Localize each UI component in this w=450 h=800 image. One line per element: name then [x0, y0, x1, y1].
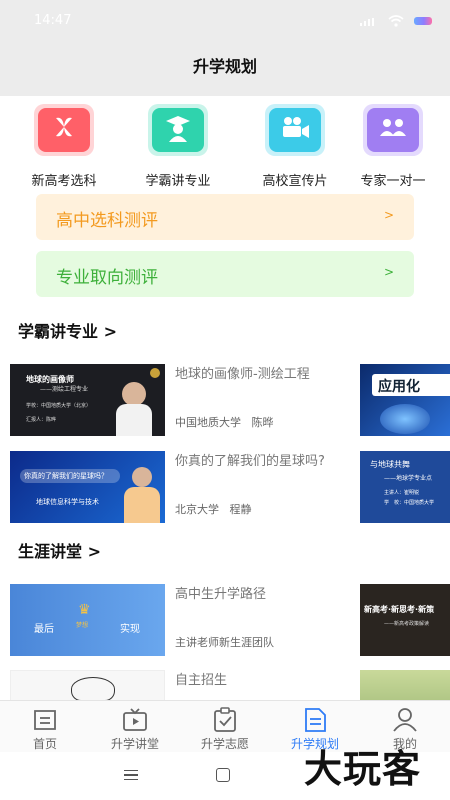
signal-icon [360, 18, 374, 26]
video-meta: 主讲老师新生涯团队 [175, 636, 274, 649]
video-thumbnail: 最后 实现 ♛ 梦想 [10, 584, 165, 656]
video-title: 高中生升学路径 [175, 587, 267, 602]
video-camera-icon [265, 104, 325, 156]
video-meta: 中国地质大学 陈晔 [175, 416, 274, 429]
major-orientation-test-button[interactable]: 专业取向测评 > [36, 251, 414, 297]
video-meta: 北京大学 程静 [175, 503, 252, 516]
video-thumbnail-partial[interactable]: 应用化 [360, 364, 450, 436]
section-title-career-lectures[interactable]: 生涯讲堂 > [18, 538, 101, 562]
wifi-icon [388, 15, 404, 27]
quick-action-subject-selection[interactable]: 新高考选科 [14, 102, 114, 189]
eval-label: 专业取向测评 [56, 268, 158, 288]
tab-lectures[interactable]: 升学讲堂 [90, 707, 180, 752]
chevron-right-icon: > [383, 265, 394, 279]
video-thumbnail-partial[interactable] [360, 670, 450, 700]
home-button-icon[interactable] [216, 768, 230, 782]
battery-icon [414, 17, 432, 25]
document-icon [305, 708, 326, 732]
quick-action-expert-consult[interactable]: 专家一对一 [343, 102, 443, 189]
subject-selection-test-button[interactable]: 高中选科测评 > [36, 194, 414, 240]
quick-action-label: 专家一对一 [360, 174, 426, 189]
tab-volunteer[interactable]: 升学志愿 [180, 707, 270, 752]
video-title: 你真的了解我们的星球吗? [175, 454, 325, 469]
video-title: 地球的画像师-测绘工程 [175, 367, 310, 382]
quick-action-college-video[interactable]: 高校宣传片 [245, 102, 345, 189]
video-card[interactable]: 自主招生 [10, 670, 355, 700]
home-icon [34, 710, 56, 730]
main-content: 新高考选科 学霸讲专业 高校宣传片 专家一对一 高中选科测评 > 专业取向测评 … [0, 96, 450, 700]
quick-actions: 新高考选科 学霸讲专业 高校宣传片 专家一对一 [0, 102, 450, 190]
chevron-right-icon: > [383, 208, 394, 222]
menu-icon[interactable] [124, 770, 138, 780]
checklist-icon [214, 707, 236, 732]
video-thumbnail: 地球的画像师 ——测绘工程专业 学校：中国地质大学（北京） 汇报人：陈晔 [10, 364, 165, 436]
quick-action-label: 新高考选科 [31, 174, 97, 189]
video-thumbnail [10, 670, 165, 700]
quick-action-major-talk[interactable]: 学霸讲专业 [128, 102, 228, 189]
video-card[interactable]: 最后 实现 ♛ 梦想 高中生升学路径 主讲老师新生涯团队 [10, 584, 355, 658]
flower-icon [34, 104, 94, 156]
user-icon [393, 708, 417, 732]
video-card[interactable]: 你真的了解我们的星球吗？ 地球信息科学与技术 你真的了解我们的星球吗? 北京大学… [10, 451, 355, 525]
tab-home[interactable]: 首页 [0, 707, 90, 752]
video-title: 自主招生 [175, 673, 228, 688]
video-thumbnail-partial[interactable]: 与地球共舞 ——地球学专业点 主讲人：崔明锐 学 校：中国地质大学 [360, 451, 450, 523]
status-bar: 14:47 [0, 0, 450, 44]
page-header: 升学规划 [0, 44, 450, 96]
graduate-icon [148, 104, 208, 156]
video-card[interactable]: 地球的画像师 ——测绘工程专业 学校：中国地质大学（北京） 汇报人：陈晔 地球的… [10, 364, 355, 438]
video-thumbnail-partial[interactable]: 新高考·新思考·新策 ——新高考政策解读 [360, 584, 450, 656]
watermark: 大玩客 [304, 746, 422, 791]
section-title-major-talks[interactable]: 学霸讲专业 > [18, 318, 117, 342]
eval-label: 高中选科测评 [56, 211, 158, 231]
consult-icon [363, 104, 423, 156]
video-thumbnail: 你真的了解我们的星球吗？ 地球信息科学与技术 [10, 451, 165, 523]
page-title: 升学规划 [192, 57, 257, 76]
tv-icon [123, 708, 147, 731]
status-time: 14:47 [34, 13, 72, 28]
quick-action-label: 高校宣传片 [262, 174, 328, 189]
quick-action-label: 学霸讲专业 [145, 174, 211, 189]
